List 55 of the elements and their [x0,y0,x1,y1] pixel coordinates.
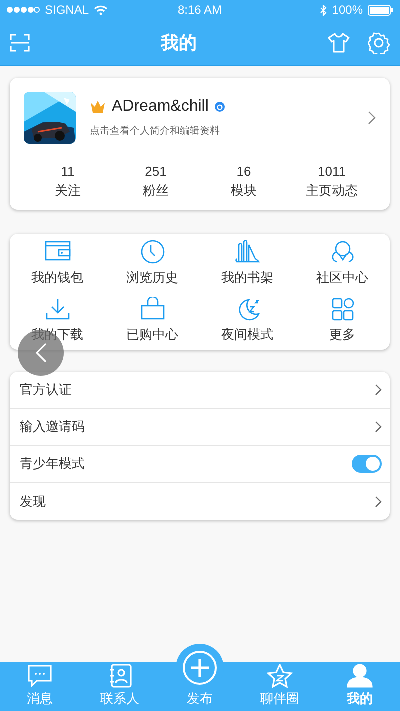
stat-label: 模块 [231,182,257,200]
page-title: 我的 [161,32,197,54]
chevron-left-icon [35,343,47,363]
chat-icon [27,664,53,688]
stat-count: 16 [236,164,252,179]
settings-row[interactable]: 青少年模式 [10,446,390,483]
scan-icon[interactable] [10,34,30,52]
row-label: 发现 [20,492,46,510]
shopping-bag-icon [140,297,166,322]
grid-icon [330,297,356,322]
row-label: 官方认证 [20,381,72,399]
settings-icon[interactable] [368,32,390,54]
download-icon [44,297,70,322]
stat-count: 251 [145,164,167,179]
battery-icon [368,4,394,16]
chevron-right-icon [375,496,382,508]
chevron-right-icon [368,111,376,125]
row-label: 输入邀请码 [20,418,85,436]
shortcut-item[interactable]: 更多 [295,297,390,344]
carrier-name: SIGNAL [45,3,90,17]
shortcut-item[interactable]: 浏览历史 [105,240,200,287]
bookshelf-icon [234,240,260,265]
person-icon [347,664,373,688]
wifi-icon [94,5,108,15]
chevron-right-icon [375,421,382,433]
chevron-right-icon [375,384,382,396]
status-time: 8:16 AM [178,3,222,17]
clock-icon [140,240,166,265]
stat-count: 1011 [318,164,346,179]
profile-card[interactable]: ADream&chill 点击查看个人简介和编辑资料 11 关注 251 粉丝 16 模块 1011 主页动态 [10,78,390,210]
shortcut-item[interactable]: 社区中心 [295,240,390,287]
gender-icon [214,102,225,112]
crown-icon [90,100,106,114]
shortcut-item[interactable]: 已购中心 [105,297,200,344]
settings-row[interactable]: 发现 [10,483,390,520]
signal-icon [6,6,40,14]
stat-label: 粉丝 [143,182,169,200]
stat-label: 主页动态 [306,182,358,200]
profile-hint: 点击查看个人简介和编辑资料 [90,124,221,138]
shortcut-item[interactable]: 我的书架 [200,240,295,287]
contacts-icon [107,664,133,688]
person-hug-icon [330,240,356,265]
plus-icon [182,650,218,686]
battery-percent: 100% [332,3,363,17]
bluetooth-icon [320,4,328,16]
shirt-icon[interactable] [328,32,350,52]
user-name: ADream&chill [112,98,209,116]
stat-count: 11 [61,164,75,179]
shortcut-item[interactable]: 夜间模式 [200,297,295,344]
stat-label: 关注 [55,182,81,200]
settings-row[interactable]: 输入邀请码 [10,409,390,446]
toggle-switch[interactable] [352,455,382,473]
star-icon [267,664,293,688]
row-label: 青少年模式 [20,455,85,473]
shortcut-item[interactable]: 我的钱包 [10,240,105,287]
